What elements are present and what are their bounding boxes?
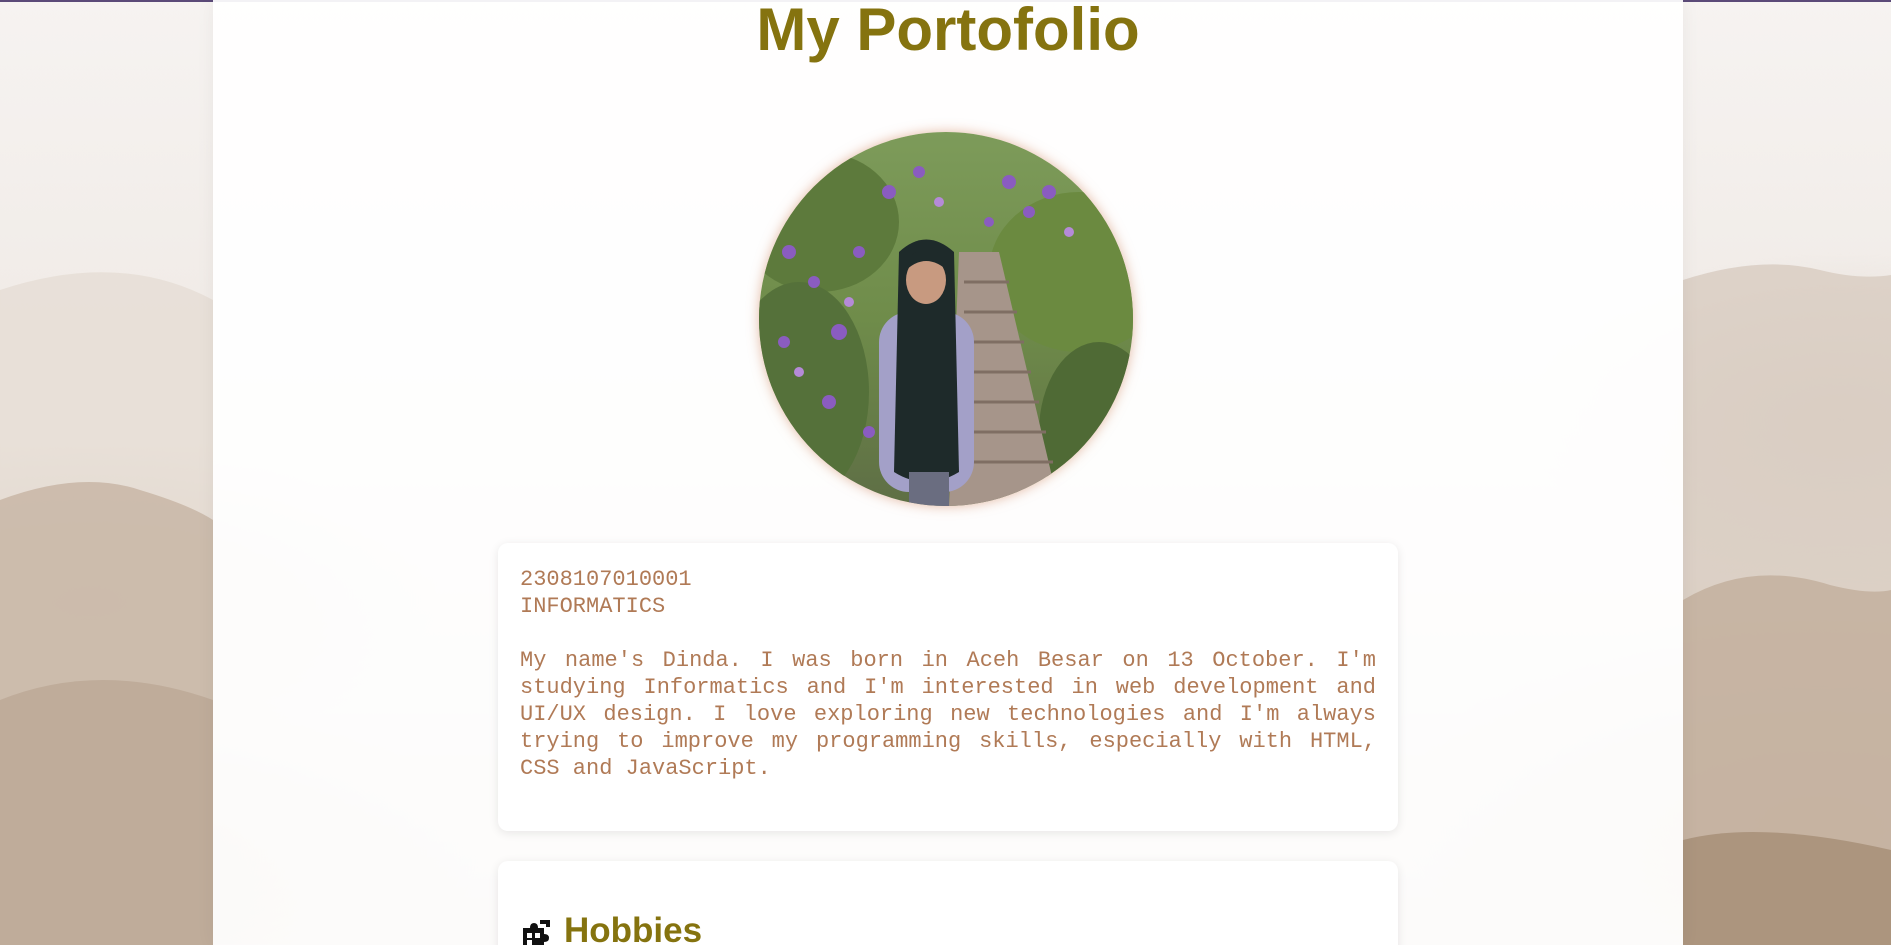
about-text: 2308107010001 INFORMATICS My name's Dind… (520, 566, 1376, 782)
major: INFORMATICS (520, 594, 666, 619)
bio-paragraph: My name's Dinda. I was born in Aceh Besa… (520, 648, 1376, 781)
hobbies-card: Hobbies (498, 861, 1398, 945)
about-card: 2308107010001 INFORMATICS My name's Dind… (498, 543, 1398, 831)
hobbies-heading-label: Hobbies (564, 911, 703, 945)
hobbies-heading: Hobbies (520, 911, 702, 945)
main-container: My Portofolio 2308107010001 INFORMATICS … (213, 0, 1683, 945)
puzzle-icon (523, 920, 550, 945)
page-title: My Portofolio (756, 0, 1140, 63)
profile-photo (759, 132, 1133, 506)
student-id: 2308107010001 (520, 567, 692, 592)
